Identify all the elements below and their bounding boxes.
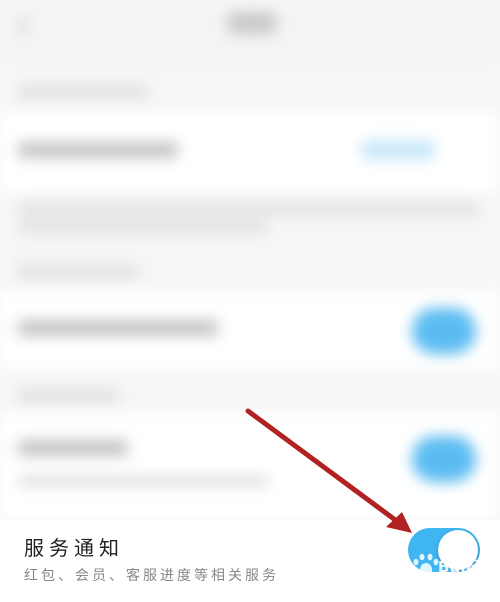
description-line-blurred (18, 204, 478, 214)
watermark-url: jingyan.baidu.com (436, 578, 500, 586)
toggle-blurred (412, 308, 476, 354)
section-header-blurred (18, 390, 118, 402)
back-chevron-icon (17, 15, 37, 35)
section-header-blurred (18, 86, 148, 98)
settings-card-3 (0, 412, 500, 520)
row-title-blurred (18, 440, 128, 456)
row-subtitle-blurred (18, 476, 268, 486)
row-title-blurred (18, 320, 218, 336)
service-notification-subtitle: 红包、会员、客服进度等相关服务 (24, 568, 279, 584)
navigation-bar (0, 0, 500, 62)
section-header-blurred (18, 266, 138, 278)
service-notification-title: 服务通知 (24, 536, 124, 560)
blurred-settings-background (0, 0, 500, 520)
toggle-blurred (412, 436, 476, 482)
settings-card-2 (0, 290, 500, 370)
watermark-brand: Bai经验 (438, 558, 498, 576)
description-line-blurred (18, 222, 268, 232)
page-title-blurred (228, 12, 276, 34)
settings-card-1 (0, 112, 500, 192)
row-title-blurred (18, 142, 178, 158)
pill-control-blurred (360, 140, 436, 160)
